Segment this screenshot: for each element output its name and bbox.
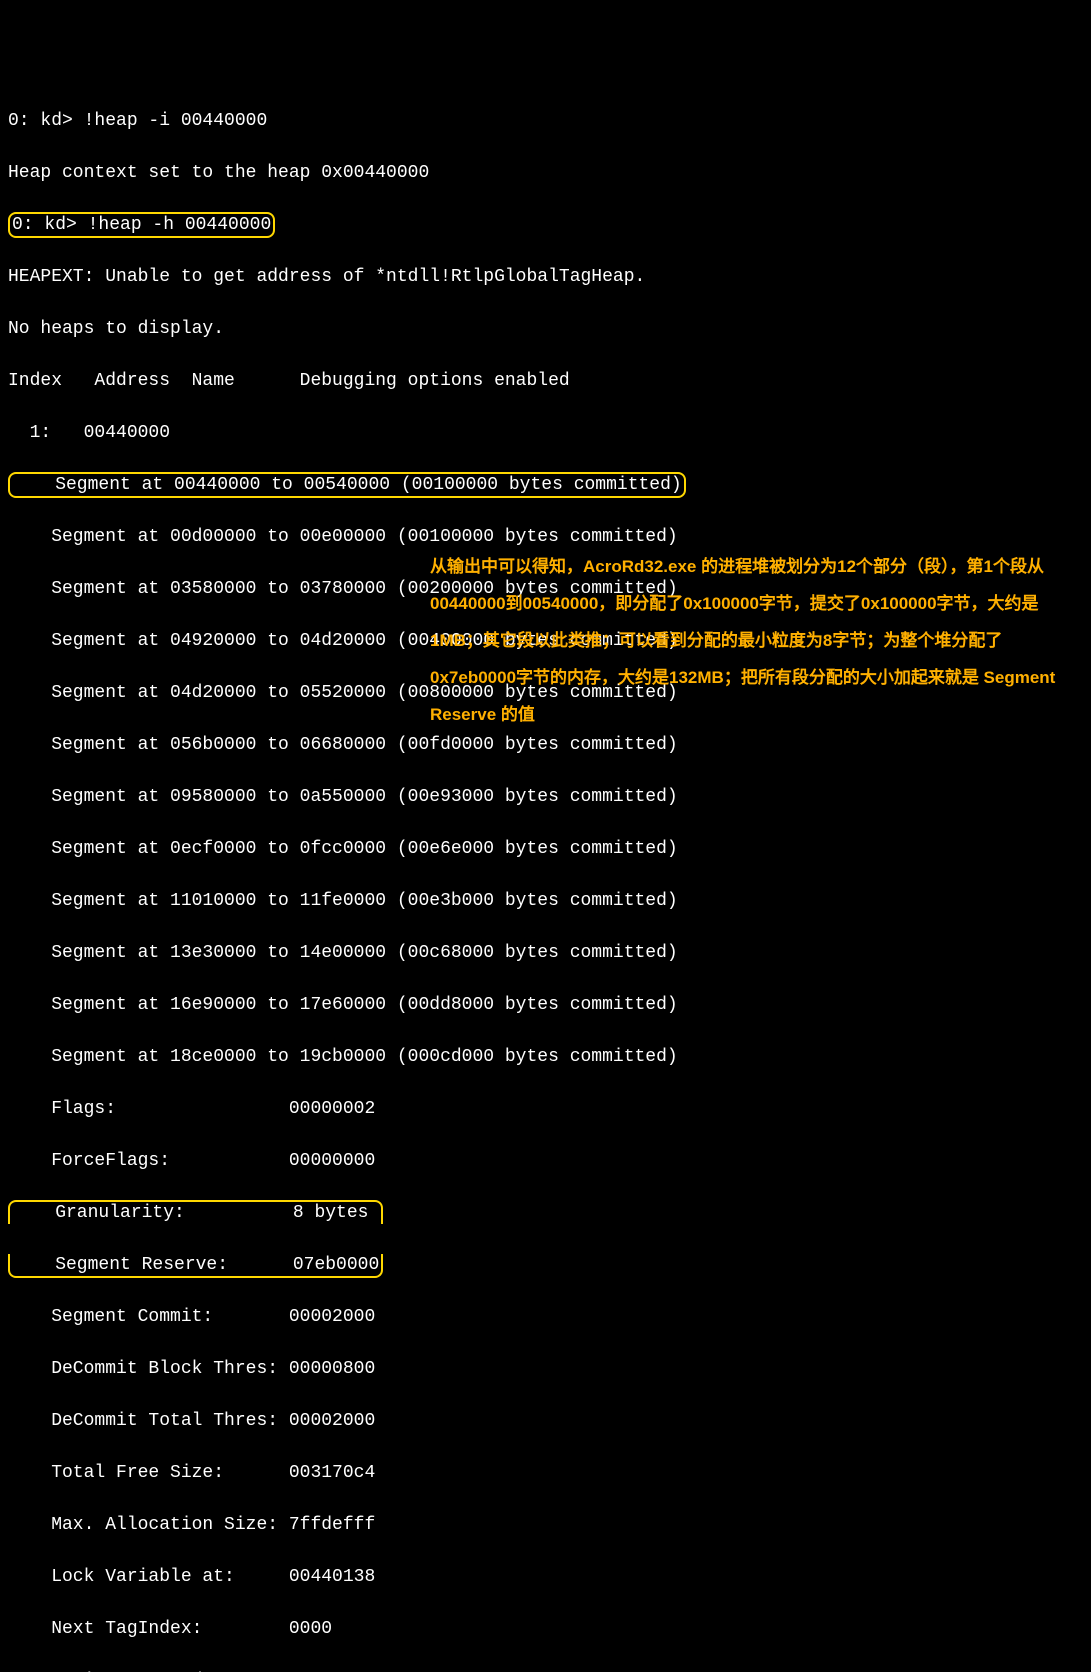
- terminal-line: Segment Commit: 00002000: [8, 1304, 1083, 1330]
- terminal-line: Segment at 00d00000 to 00e00000 (0010000…: [8, 524, 1083, 550]
- terminal-line: Max. Allocation Size: 7ffdefff: [8, 1512, 1083, 1538]
- terminal-line: Flags: 00000002: [8, 1096, 1083, 1122]
- terminal-line-highlighted: Granularity: 8 bytes: [8, 1200, 1083, 1226]
- terminal-line: No heaps to display.: [8, 316, 1083, 342]
- terminal-line: Segment at 11010000 to 11fe0000 (00e3b00…: [8, 888, 1083, 914]
- terminal-line: HEAPEXT: Unable to get address of *ntdll…: [8, 264, 1083, 290]
- terminal-line: Segment at 056b0000 to 06680000 (00fd000…: [8, 732, 1083, 758]
- terminal-line: Segment at 18ce0000 to 19cb0000 (000cd00…: [8, 1044, 1083, 1070]
- terminal-line-highlighted: Segment Reserve: 07eb0000: [8, 1252, 1083, 1278]
- highlight-box-bottom: Segment Reserve: 07eb0000: [8, 1254, 383, 1278]
- terminal-line: 0: kd> !heap -i 00440000: [8, 108, 1083, 134]
- terminal-line: Index Address Name Debugging options ena…: [8, 368, 1083, 394]
- terminal-line: Segment at 09580000 to 0a550000 (00e9300…: [8, 784, 1083, 810]
- terminal-line-highlighted: 0: kd> !heap -h 00440000: [8, 212, 1083, 238]
- terminal-line: Lock Variable at: 00440138: [8, 1564, 1083, 1590]
- terminal-line: Heap context set to the heap 0x00440000: [8, 160, 1083, 186]
- highlight-box-top: Granularity: 8 bytes: [8, 1200, 383, 1224]
- highlight-box: 0: kd> !heap -h 00440000: [8, 212, 275, 238]
- terminal-line: DeCommit Block Thres: 00000800: [8, 1356, 1083, 1382]
- terminal-line: DeCommit Total Thres: 00002000: [8, 1408, 1083, 1434]
- terminal-line: Segment at 0ecf0000 to 0fcc0000 (00e6e00…: [8, 836, 1083, 862]
- annotation-text: 从输出中可以得知，AcroRd32.exe 的进程堆被划分为12个部分（段），第…: [430, 548, 1070, 733]
- terminal-line: Segment at 13e30000 to 14e00000 (00c6800…: [8, 940, 1083, 966]
- highlight-box: Segment at 00440000 to 00540000 (0010000…: [8, 472, 686, 498]
- terminal-line: Segment at 16e90000 to 17e60000 (00dd800…: [8, 992, 1083, 1018]
- terminal-line: Next TagIndex: 0000: [8, 1616, 1083, 1642]
- terminal-line: Maximum TagIndex: 0000: [8, 1668, 1083, 1672]
- terminal-line: Total Free Size: 003170c4: [8, 1460, 1083, 1486]
- terminal-line-highlighted: Segment at 00440000 to 00540000 (0010000…: [8, 472, 1083, 498]
- terminal-line: ForceFlags: 00000000: [8, 1148, 1083, 1174]
- terminal-line: 1: 00440000: [8, 420, 1083, 446]
